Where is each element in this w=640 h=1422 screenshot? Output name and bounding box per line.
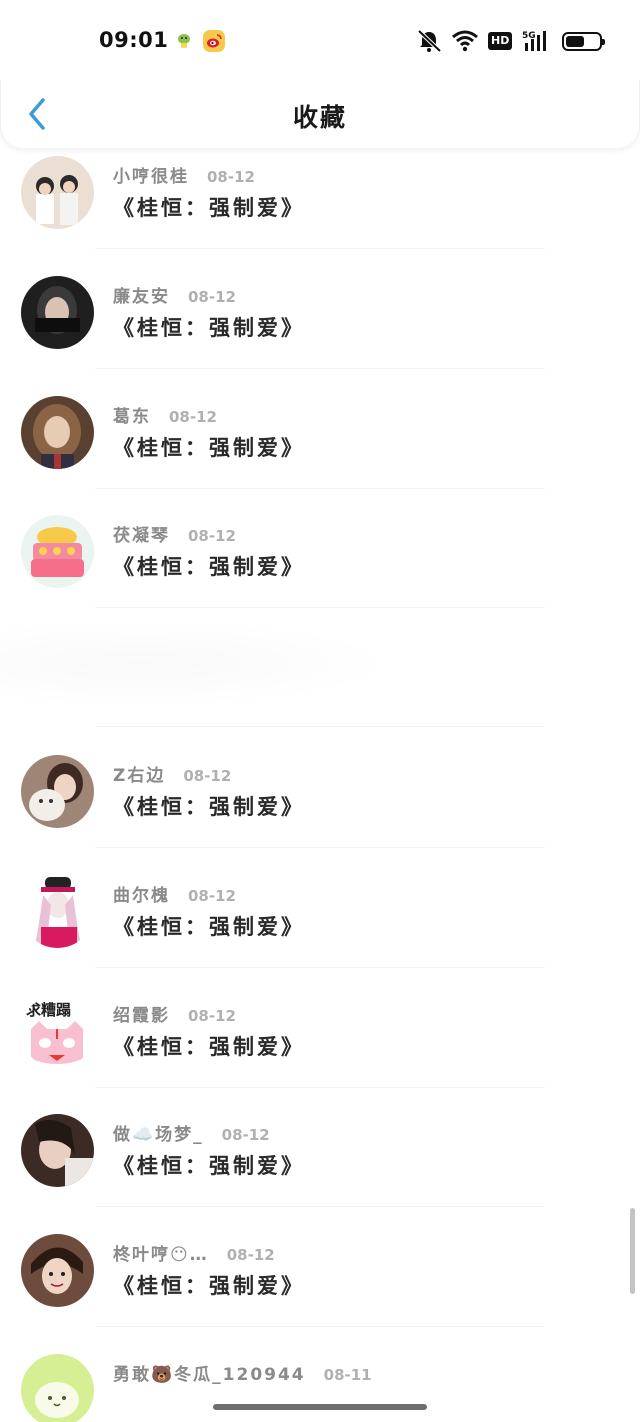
username[interactable]: 曲尔槐 <box>113 881 170 906</box>
item-date: 08-12 <box>169 408 217 426</box>
mute-bell-icon <box>417 29 442 53</box>
username[interactable]: 绍霞影 <box>113 1001 170 1026</box>
item-date: 08-12 <box>207 168 255 186</box>
item-meta: 曲尔槐 08-12 <box>113 881 236 906</box>
username[interactable]: 小哼很桂 <box>113 162 189 187</box>
username[interactable]: 做☁️场梦_ <box>113 1120 204 1145</box>
item-meta: 廉友安 08-12 <box>113 282 236 307</box>
avatar[interactable] <box>21 875 94 948</box>
item-meta: 勇敢🐻冬瓜_120944 08-11 <box>113 1360 372 1385</box>
item-date: 08-12 <box>221 1126 270 1144</box>
divider <box>95 726 545 727</box>
item-title[interactable]: 《桂恒：强制爱》 <box>113 1150 305 1180</box>
status-time: 09:01 <box>99 28 169 52</box>
list-item[interactable]: 柊叶哼😶… 08-12 《桂恒：强制爱》 <box>0 1226 640 1345</box>
list-item[interactable]: 茯凝琴 08-12 《桂恒：强制爱》 <box>0 507 640 626</box>
list-item[interactable]: 勇敢🐻冬瓜_120944 08-11 <box>0 1346 640 1422</box>
avatar[interactable] <box>21 515 94 588</box>
username[interactable]: 柊叶哼😶… <box>113 1240 209 1265</box>
item-meta: 绍霞影 08-12 <box>113 1001 236 1026</box>
item-meta: Z右边 08-12 <box>113 761 231 786</box>
divider <box>95 488 545 489</box>
list-item[interactable]: 葛东 08-12 《桂恒：强制爱》 <box>0 388 640 507</box>
divider <box>95 368 545 369</box>
avatar[interactable] <box>21 1114 94 1187</box>
item-date: 08-12 <box>183 767 232 785</box>
list-item[interactable]: 廉友安 08-12 《桂恒：强制爱》 <box>0 268 640 387</box>
divider <box>95 847 545 848</box>
battery-level <box>566 35 585 47</box>
list-item[interactable]: 求糟蹋 绍霞影 08-12 《桂恒：强制爱》 <box>0 987 640 1106</box>
item-date: 08-12 <box>226 1246 275 1264</box>
lamp-app-icon <box>173 30 195 52</box>
avatar[interactable] <box>21 276 94 349</box>
item-title[interactable]: 《桂恒：强制爱》 <box>113 312 305 342</box>
home-indicator[interactable] <box>213 1404 427 1410</box>
divider <box>95 607 545 608</box>
avatar[interactable] <box>21 156 94 229</box>
item-meta: 葛东 08-12 <box>113 402 217 427</box>
avatar[interactable]: 求糟蹋 <box>21 995 94 1068</box>
item-meta: 做☁️场梦_ 08-12 <box>113 1120 270 1145</box>
item-title[interactable]: 《桂恒：强制爱》 <box>113 911 305 941</box>
username[interactable]: 葛东 <box>113 402 151 427</box>
item-title[interactable]: 《桂恒：强制爱》 <box>113 432 305 462</box>
hd-badge: HD <box>488 32 513 50</box>
status-bar: 09:01 HD 5G <box>0 0 640 80</box>
svg-text:求糟蹋: 求糟蹋 <box>26 1001 71 1019</box>
item-title[interactable]: 《桂恒：强制爱》 <box>113 192 305 222</box>
item-title[interactable]: 《桂恒：强制爱》 <box>113 1031 305 1061</box>
item-title[interactable]: 《桂恒：强制爱》 <box>113 1270 305 1300</box>
divider <box>95 1206 545 1207</box>
favorites-list: 小哼很桂 08-12 《桂恒：强制爱》 廉友安 08-12 《桂恒：强制爱》 葛… <box>0 148 640 1422</box>
avatar[interactable] <box>21 755 94 828</box>
username[interactable]: 廉友安 <box>113 282 170 307</box>
avatar[interactable] <box>21 396 94 469</box>
divider <box>95 1087 545 1088</box>
wifi-icon <box>452 30 478 52</box>
nav-header: 收藏 <box>0 80 640 148</box>
weibo-icon <box>203 30 225 52</box>
username[interactable]: Z右边 <box>113 761 165 786</box>
item-date: 08-12 <box>188 288 236 306</box>
avatar[interactable] <box>21 1234 94 1307</box>
loading-placeholder <box>0 618 400 708</box>
divider <box>95 248 545 249</box>
item-title[interactable]: 《桂恒：强制爱》 <box>113 551 305 581</box>
item-date: 08-12 <box>188 527 236 545</box>
item-meta: 茯凝琴 08-12 <box>113 521 236 546</box>
item-date: 08-12 <box>188 887 236 905</box>
list-item[interactable]: 曲尔槐 08-12 《桂恒：强制爱》 <box>0 867 640 986</box>
list-item[interactable]: Z右边 08-12 《桂恒：强制爱》 <box>0 747 640 866</box>
battery-icon <box>562 31 606 51</box>
page-title: 收藏 <box>292 103 347 132</box>
scrollbar[interactable] <box>630 1208 635 1294</box>
item-date: 08-11 <box>323 1366 372 1384</box>
list-item[interactable]: 做☁️场梦_ 08-12 《桂恒：强制爱》 <box>0 1106 640 1225</box>
divider <box>95 1326 545 1327</box>
username[interactable]: 茯凝琴 <box>113 521 170 546</box>
divider <box>95 967 545 968</box>
username[interactable]: 勇敢🐻冬瓜_120944 <box>113 1360 306 1385</box>
item-title[interactable]: 《桂恒：强制爱》 <box>113 791 305 821</box>
item-meta: 小哼很桂 08-12 <box>113 162 255 187</box>
list-item[interactable]: 小哼很桂 08-12 《桂恒：强制爱》 <box>0 148 640 267</box>
item-date: 08-12 <box>188 1007 236 1025</box>
signal-icon: 5G <box>522 31 547 51</box>
item-meta: 柊叶哼😶… 08-12 <box>113 1240 275 1265</box>
status-right-icons: HD 5G <box>416 28 606 54</box>
avatar[interactable] <box>21 1354 94 1422</box>
